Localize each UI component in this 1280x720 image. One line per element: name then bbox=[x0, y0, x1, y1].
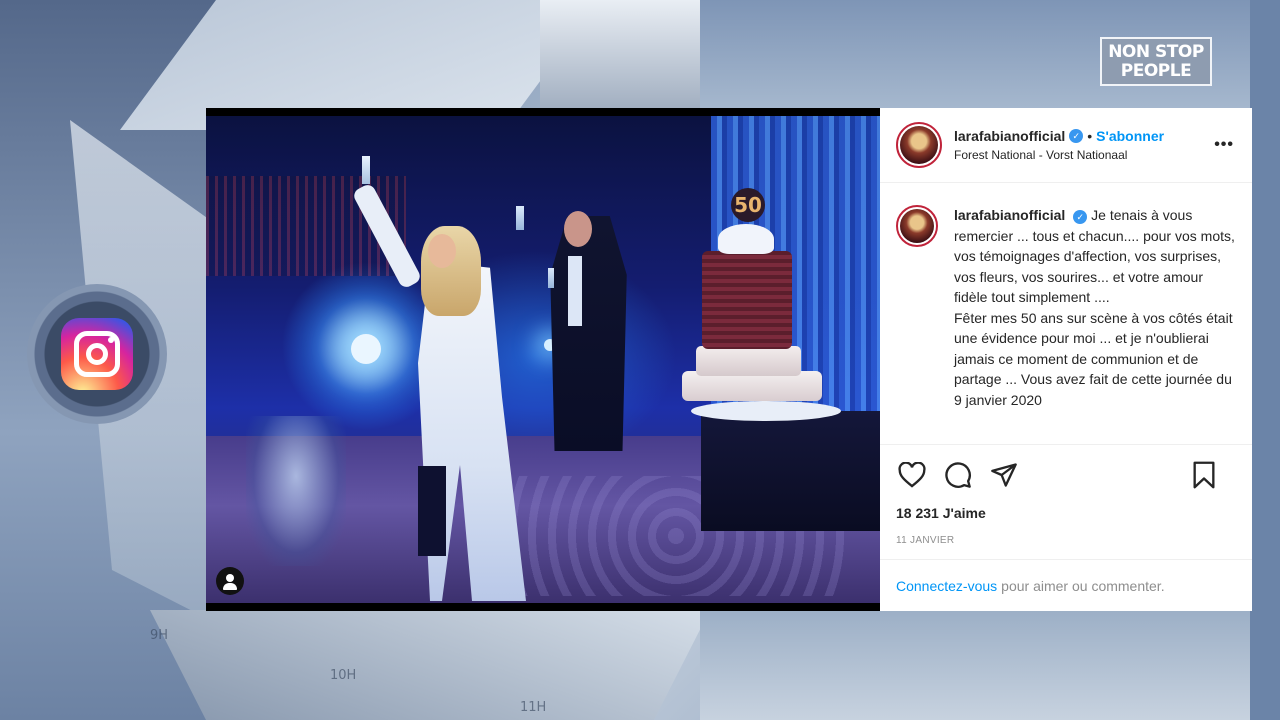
logo-line-1: NON STOP bbox=[1108, 41, 1204, 62]
action-bar bbox=[880, 445, 1252, 505]
bookmark-icon[interactable] bbox=[1188, 459, 1220, 491]
clock-marker-11h: 11H bbox=[520, 700, 547, 715]
logo-line-2: PEOPLE bbox=[1120, 60, 1192, 81]
birthday-cake bbox=[702, 251, 792, 349]
instagram-post: 50 larafabianofficial ✓ • S'abonner Fore… bbox=[206, 108, 1252, 611]
more-options-icon[interactable]: ••• bbox=[1214, 136, 1234, 154]
share-icon[interactable] bbox=[988, 459, 1020, 491]
cake-topper-number: 50 bbox=[731, 188, 765, 222]
post-header: larafabianofficial ✓ • S'abonner Forest … bbox=[880, 108, 1252, 183]
comment-icon[interactable] bbox=[942, 459, 974, 491]
login-prompt-text: pour aimer ou commenter. bbox=[1001, 577, 1165, 594]
caption-text: larafabianofficial ✓ Je tenais à vous rem… bbox=[954, 205, 1236, 444]
channel-logo: NON STOP PEOPLE bbox=[1100, 37, 1212, 86]
instagram-badge bbox=[27, 284, 167, 424]
clock-marker-10h: 10H bbox=[330, 668, 357, 683]
caption-avatar[interactable] bbox=[896, 205, 938, 247]
heart-icon[interactable] bbox=[896, 459, 928, 491]
post-sidebar: larafabianofficial ✓ • S'abonner Forest … bbox=[880, 108, 1252, 611]
login-prompt: Connectez-vous pour aimer ou commenter. bbox=[880, 559, 1252, 611]
stage-scene: 50 bbox=[206, 116, 880, 603]
caption-username-link[interactable]: larafabianofficial bbox=[954, 207, 1065, 223]
location-link[interactable]: Forest National - Vorst Nationaal bbox=[954, 148, 1164, 162]
likes-count[interactable]: 18 231 J'aime bbox=[880, 505, 1252, 525]
separator-dot: • bbox=[1087, 128, 1093, 144]
verified-icon: ✓ bbox=[1069, 129, 1084, 143]
caption-verified-icon: ✓ bbox=[1073, 210, 1088, 225]
instagram-icon bbox=[61, 318, 133, 390]
caption-paragraph-2: Fêter mes 50 ans sur scène à vos côtés é… bbox=[954, 309, 1233, 408]
man-figure bbox=[550, 216, 627, 451]
avatar[interactable] bbox=[896, 122, 942, 168]
clock-marker-9h: 9H bbox=[150, 628, 169, 643]
post-date: 11 JANVIER bbox=[896, 535, 955, 546]
caption-area: larafabianofficial ✓ Je tenais à vous rem… bbox=[880, 183, 1252, 445]
login-link[interactable]: Connectez-vous bbox=[896, 578, 997, 594]
follow-button[interactable]: S'abonner bbox=[1096, 128, 1164, 144]
tagged-user-icon[interactable] bbox=[216, 567, 244, 595]
post-photo[interactable]: 50 bbox=[206, 108, 880, 611]
username-link[interactable]: larafabianofficial bbox=[954, 128, 1065, 144]
